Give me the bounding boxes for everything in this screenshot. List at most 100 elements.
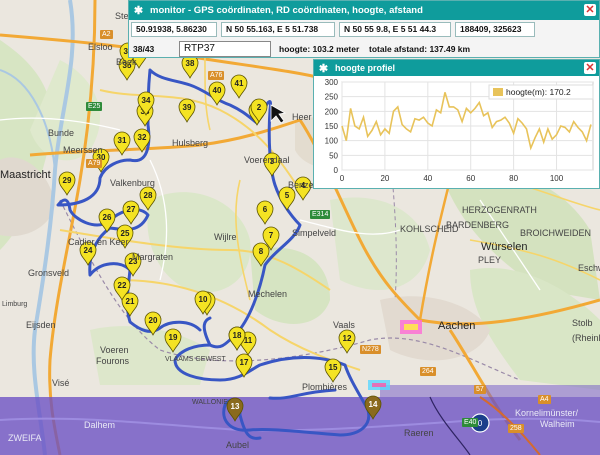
y-tick-label: 250: [325, 93, 339, 102]
y-tick-label: 100: [325, 137, 339, 146]
place-label: Bunde: [48, 128, 75, 138]
place-label: Benze: [288, 180, 314, 190]
waypoint-label: 17: [240, 358, 249, 367]
waypoint-label: 26: [103, 213, 112, 222]
place-label: Valkenburg: [110, 178, 155, 188]
road-shield: N278: [360, 345, 381, 354]
waypoint-label: 20: [149, 316, 158, 325]
x-tick-label: 40: [423, 174, 432, 183]
place-label: WALLONIE: [192, 399, 228, 406]
place-label: Walheim: [540, 419, 575, 429]
close-icon[interactable]: ✕: [584, 62, 596, 74]
place-label: Voeren: [100, 345, 129, 355]
svg-text:0: 0: [478, 419, 483, 428]
legend-label: hoogte(m): 170.2: [506, 87, 571, 97]
road-shield: A79: [86, 159, 103, 168]
place-label: Fourons: [96, 356, 130, 366]
segment-counter: 38/43: [133, 43, 155, 54]
place-label: Gronsveld: [28, 268, 70, 278]
waypoint-label: 8: [259, 247, 264, 256]
place-label: Meerssen: [63, 145, 103, 155]
place-label: Margraten: [132, 252, 174, 262]
waypoint-label: 2: [257, 103, 262, 112]
place-label: Dalhem: [84, 420, 116, 430]
x-tick-label: 60: [466, 174, 475, 183]
waypoint-label: 40: [213, 86, 222, 95]
monitor-titlebar[interactable]: ✱ monitor - GPS coördinaten, RD coördina…: [129, 1, 599, 20]
waypoint-label: 32: [138, 133, 147, 142]
x-tick-label: 20: [380, 174, 389, 183]
waypoint-label: 10: [199, 295, 208, 304]
place-label: Heer: [292, 112, 312, 122]
route-name-field[interactable]: RTP37: [179, 40, 271, 57]
waypoint-label: 27: [127, 205, 136, 214]
profile-titlebar[interactable]: ✱ hoogte profiel ✕: [314, 60, 599, 76]
dms-seconds-coordinates: N 50 55 9.8, E 5 51 44.3: [339, 22, 451, 37]
waypoint-label: 14: [369, 400, 378, 409]
waypoint-label: 21: [126, 297, 135, 306]
place-label: HERZOGENRATH: [462, 205, 537, 215]
monitor-row-route: 38/43 RTP37 hoogte: 103.2 meter totale a…: [129, 39, 599, 58]
place-label: Stolb: [572, 318, 593, 328]
road-shield: A76: [208, 71, 225, 80]
legend-swatch: [493, 88, 503, 96]
road-shield: 264: [420, 367, 436, 376]
place-label: Raeren: [404, 428, 434, 438]
place-label: ZWEIFA: [8, 433, 42, 443]
place-label: Voerendaal: [244, 155, 290, 165]
place-label: Beek: [116, 57, 137, 67]
place-label: Cadier en Keer: [68, 237, 129, 247]
road-shield: E25: [86, 102, 103, 111]
gear-icon[interactable]: ✱: [318, 62, 329, 75]
waypoint-label: 31: [118, 136, 127, 145]
gps-coordinates: 50.91938, 5.86230: [131, 22, 217, 37]
waypoint-label: 19: [169, 333, 178, 342]
place-label: Kornelimünster/: [515, 408, 579, 418]
place-label: Eschw: [578, 263, 600, 273]
place-label: (Rheinla: [572, 333, 600, 343]
waypoint-label: 28: [144, 191, 153, 200]
place-label: Würselen: [481, 241, 528, 253]
road-shield: E314: [310, 210, 331, 219]
waypoint-label: 5: [285, 191, 290, 200]
waypoint-label: 12: [343, 334, 352, 343]
place-label: Plombières: [302, 382, 348, 392]
waypoint-label: 34: [142, 96, 151, 105]
y-tick-label: 200: [325, 107, 339, 116]
place-label: Limburg: [2, 301, 28, 308]
x-tick-label: 80: [509, 174, 518, 183]
height-readout: hoogte: 103.2 meter: [279, 43, 360, 54]
place-label: Aubel: [226, 440, 250, 450]
waypoint-label: 18: [233, 331, 242, 340]
road-shield: A2: [100, 30, 113, 39]
waypoint-label: 24: [84, 246, 93, 255]
waypoint-label: 22: [118, 281, 127, 290]
place-label: Hulsberg: [172, 138, 209, 148]
waypoint-label: 15: [329, 363, 338, 372]
place-label: Elsloo: [88, 42, 113, 52]
monitor-title: monitor - GPS coördinaten, RD coördinate…: [150, 5, 423, 16]
place-label: Simpelveld: [292, 228, 337, 238]
waypoint-label: 13: [231, 402, 240, 411]
gear-icon[interactable]: ✱: [133, 4, 144, 17]
place-label: Mechelen: [248, 289, 288, 299]
y-tick-label: 300: [325, 78, 339, 87]
monitor-window[interactable]: ✱ monitor - GPS coördinaten, RD coördina…: [128, 0, 600, 58]
profile-title: hoogte profiel: [335, 63, 395, 73]
waypoint-label: 7: [269, 231, 274, 240]
place-label: Wijlre: [214, 232, 237, 242]
place-label: BARDENBERG: [446, 220, 510, 230]
height-profile-chart[interactable]: 0 50 100 150 200 250 300 0 20 40 60 80 100 hoogte(m):…: [314, 76, 599, 188]
waypoint-label: 41: [235, 79, 244, 88]
place-label: PLEY: [478, 255, 502, 265]
monitor-row-coordinates: 50.91938, 5.86230 N 50 55.163, E 5 51.73…: [129, 20, 599, 39]
place-label: VLAAMS GEWEST: [165, 356, 226, 363]
rd-coordinates: 188409, 325623: [455, 22, 535, 37]
place-label: BROICHWEIDEN: [520, 228, 592, 238]
place-label: Eijsden: [26, 320, 56, 330]
waypoint-label: 29: [63, 176, 72, 185]
height-profile-window[interactable]: ✱ hoogte profiel ✕ 0 50 100 150 200 250 300 0 20…: [313, 59, 600, 189]
y-tick-label: 50: [329, 151, 338, 160]
close-icon[interactable]: ✕: [584, 4, 596, 16]
place-label: Visé: [52, 378, 70, 388]
